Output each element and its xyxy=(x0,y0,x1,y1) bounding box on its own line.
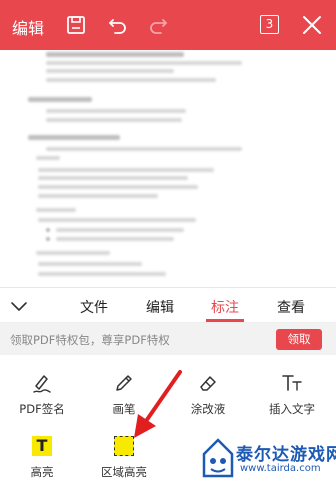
doc-text-line xyxy=(38,194,158,198)
insert-text-icon xyxy=(280,371,304,395)
undo-icon[interactable] xyxy=(104,11,132,39)
tab-annotate[interactable]: 标注 xyxy=(211,297,239,317)
watermark-logo-icon xyxy=(202,438,234,478)
close-icon[interactable] xyxy=(298,11,326,39)
tab-bar: 文件 编辑 标注 查看 xyxy=(0,287,336,323)
claim-button[interactable]: 领取 xyxy=(276,329,322,350)
doc-text-line xyxy=(38,262,142,266)
doc-heading-line xyxy=(28,97,92,102)
eraser-icon xyxy=(196,371,220,395)
pen-tool[interactable]: 画笔 xyxy=(82,371,166,417)
watermark-brand: 泰尔达游戏网 xyxy=(236,445,336,465)
doc-heading-line xyxy=(28,135,120,140)
highlight-tool[interactable]: T 高亮 xyxy=(0,436,84,480)
tool-label: 高亮 xyxy=(30,465,54,479)
pdf-signature-tool[interactable]: PDF签名 xyxy=(0,371,84,417)
promo-banner: 领取PDF特权包，尊享PDF特权 领取 xyxy=(0,323,336,355)
top-bar: 编辑 3 xyxy=(0,0,336,50)
doc-text-line xyxy=(38,272,166,276)
page-count-icon[interactable]: 3 xyxy=(260,15,279,34)
page-title: 编辑 xyxy=(12,19,45,38)
doc-text-line xyxy=(46,118,182,122)
tool-label: 插入文字 xyxy=(269,402,315,416)
active-tab-indicator xyxy=(206,319,244,322)
tab-view[interactable]: 查看 xyxy=(277,297,305,317)
doc-text-line xyxy=(46,109,186,113)
doc-text-line xyxy=(38,218,196,222)
doc-text-line xyxy=(38,168,214,172)
tool-label: 画笔 xyxy=(112,402,136,416)
area-highlight-tool[interactable]: 区域高亮 xyxy=(82,436,166,480)
doc-text-line xyxy=(56,228,184,232)
doc-text-line xyxy=(38,176,188,180)
tab-edit[interactable]: 编辑 xyxy=(146,297,174,317)
save-icon[interactable] xyxy=(62,11,90,39)
tab-file[interactable]: 文件 xyxy=(80,297,108,317)
pen-icon xyxy=(112,371,136,395)
insert-text-tool[interactable]: 插入文字 xyxy=(250,371,334,417)
watermark-url: www.tairda.com xyxy=(240,463,321,474)
doc-text-line xyxy=(36,251,110,255)
area-highlight-icon xyxy=(114,436,134,456)
doc-text-line xyxy=(36,156,60,160)
document-preview[interactable] xyxy=(0,50,336,287)
tool-label: 涂改液 xyxy=(190,402,226,416)
doc-text-line xyxy=(38,185,198,189)
eraser-tool[interactable]: 涂改液 xyxy=(166,371,250,417)
redo-icon[interactable] xyxy=(144,11,172,39)
doc-bullet xyxy=(46,228,50,232)
doc-text-line xyxy=(46,61,242,65)
doc-bullet xyxy=(46,237,50,241)
doc-text-line xyxy=(46,69,174,73)
tool-label: 区域高亮 xyxy=(101,465,147,479)
signature-icon xyxy=(30,371,54,395)
promo-text: 领取PDF特权包，尊享PDF特权 xyxy=(10,333,170,347)
doc-text-line xyxy=(46,147,242,151)
doc-text-line xyxy=(36,208,76,212)
highlight-icon: T xyxy=(32,436,52,456)
doc-text-line xyxy=(46,78,216,82)
doc-text-line xyxy=(56,237,174,241)
watermark: 泰尔达游戏网 www.tairda.com xyxy=(196,432,336,486)
tool-label: PDF签名 xyxy=(19,402,65,416)
chevron-down-icon[interactable] xyxy=(8,295,30,317)
doc-text-line xyxy=(46,52,184,57)
